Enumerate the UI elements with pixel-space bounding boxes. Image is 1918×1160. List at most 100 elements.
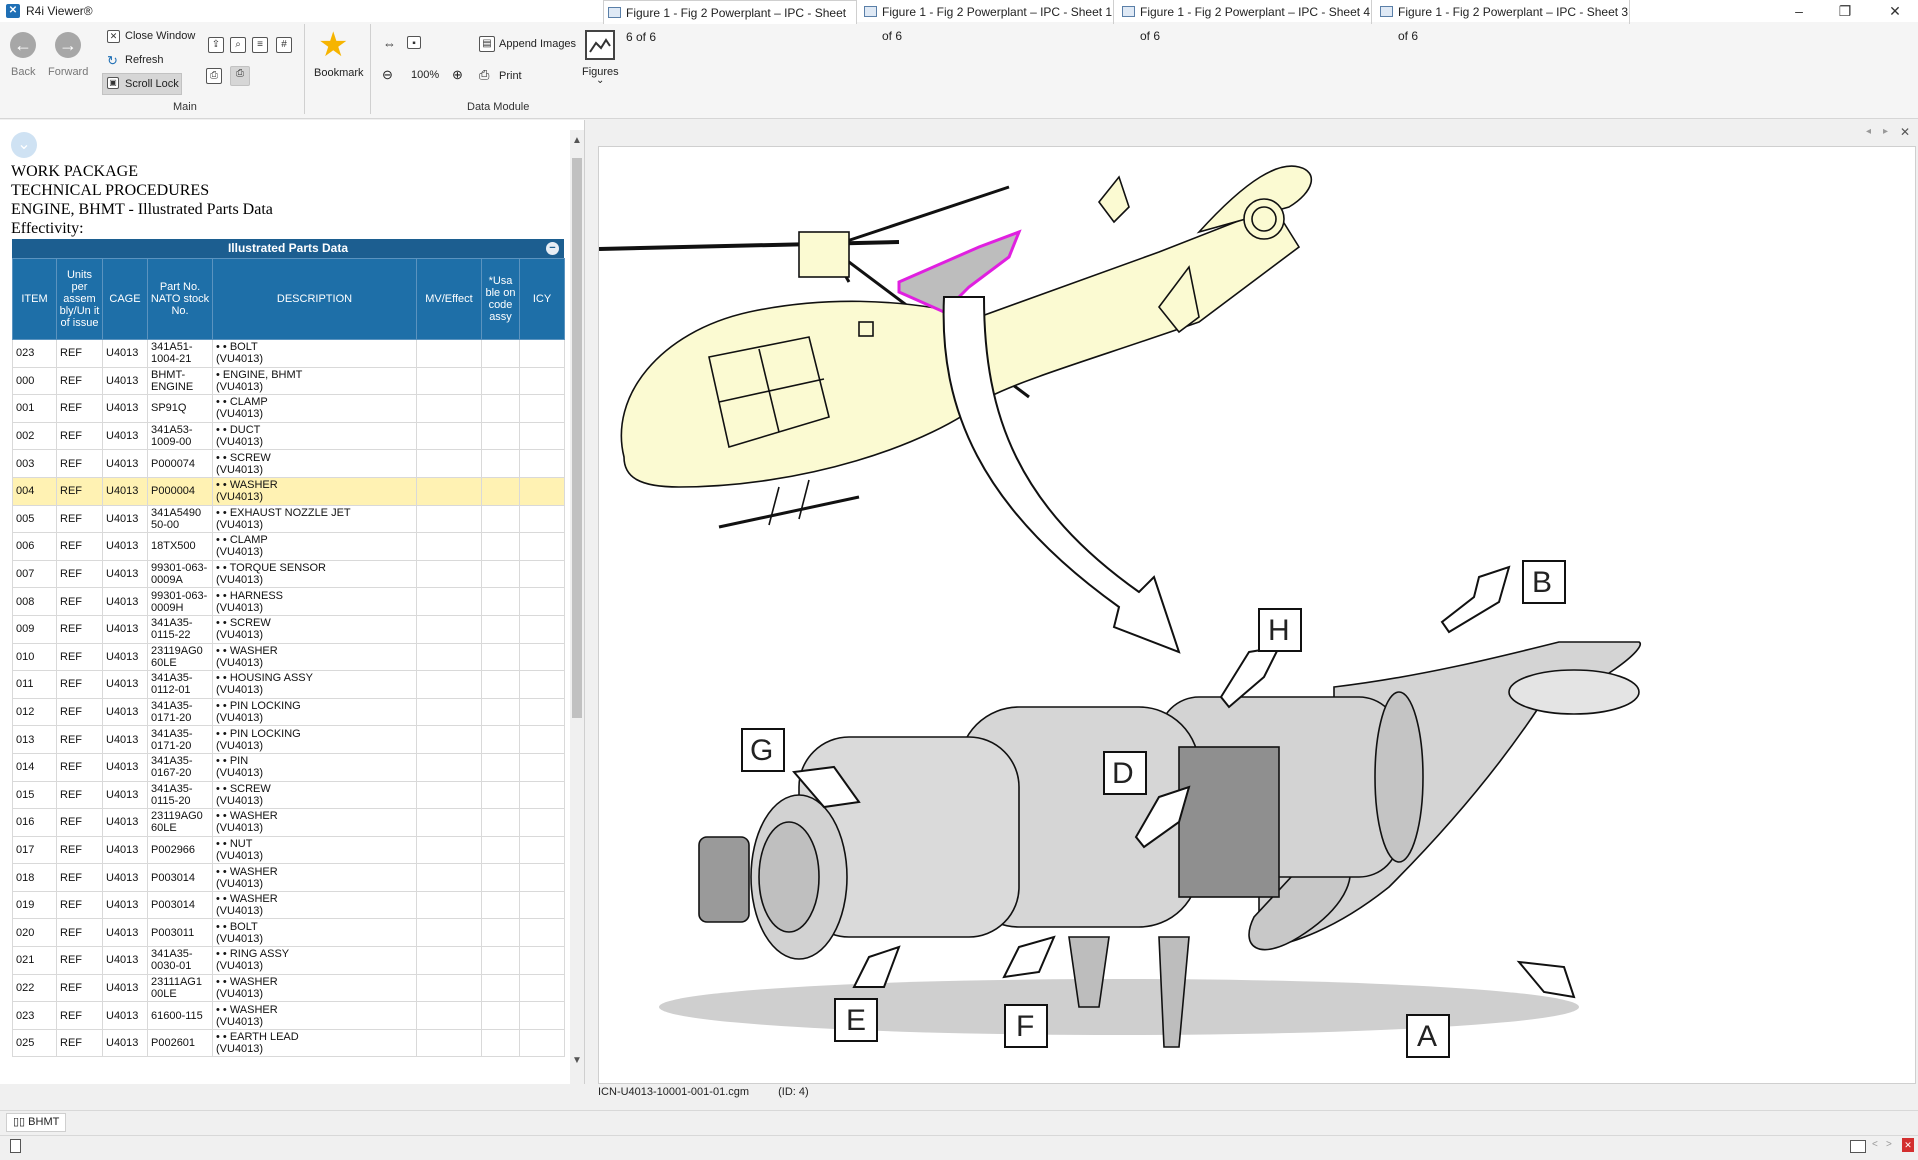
table-row[interactable]: 007 REF U4013 99301-063-0009A • • TORQUE SEN… (12, 559, 565, 589)
table-row[interactable]: 003 REF U4013 P000074 • • SCREW (VU4013) (12, 449, 565, 478)
tab-sheet-6[interactable]: Figure 1 - Fig 2 Powerplant – IPC - Shee… (603, 0, 857, 44)
column-header[interactable]: Part No. NATO stock No. (147, 258, 213, 340)
scroll-down-icon[interactable]: ▼ (572, 1055, 582, 1066)
effectivity-text: (VU4013) (216, 546, 264, 559)
export-icon[interactable]: ⇪ (208, 37, 224, 53)
nav-right-icon[interactable]: > (1886, 1139, 1892, 1150)
close-button[interactable]: ✕ (1872, 0, 1918, 22)
tree-icon[interactable]: ≡ (252, 37, 268, 53)
maximize-button[interactable]: ❐ (1822, 0, 1868, 22)
table-row[interactable]: 002 REF U4013 341A53-1009-00 • • DUCT (VU4013… (12, 421, 565, 451)
table-row[interactable]: 023 REF U4013 61600-115 • • WASHER (VU4013) (12, 1001, 565, 1030)
column-header[interactable]: ITEM (12, 258, 57, 340)
tab-scroll-left-icon[interactable]: ◂ (1866, 126, 1871, 137)
minimize-button[interactable]: – (1776, 0, 1822, 22)
fit-width-icon[interactable]: ⇔ (383, 36, 396, 51)
table-row[interactable]: 001 REF U4013 SP91Q • • CLAMP (VU4013) (12, 394, 565, 423)
table-row[interactable]: 013 REF U4013 341A35-0171-20 • • PIN LOCKING… (12, 725, 565, 754)
table-row[interactable]: 025 REF U4013 P002601 • • EARTH LEAD (VU4013) (12, 1028, 565, 1058)
callout-d-label[interactable]: D (1112, 757, 1134, 791)
back-arrow-icon[interactable]: ← (10, 32, 36, 58)
close-window-button[interactable]: Close Window (125, 30, 195, 42)
scrollbar-thumb[interactable] (572, 158, 582, 718)
tab-sheet-3[interactable]: Figure 1 - Fig 2 Powerplant – IPC - Shee… (1376, 0, 1630, 43)
figure-viewer[interactable]: B H D G E F A (598, 146, 1916, 1084)
column-header[interactable]: *Usa ble on code assy (481, 258, 520, 340)
refresh-button[interactable]: Refresh (125, 54, 164, 66)
table-row[interactable]: 014 REF U4013 341A35-0167-20 • • PIN (VU4013) (12, 752, 565, 782)
figures-icon[interactable] (585, 30, 615, 60)
description-cell: • • WASHER (VU4013) (212, 863, 417, 892)
table-row[interactable]: 021 REF U4013 341A35-0030-01 • • RING ASSY (V… (12, 946, 565, 975)
column-header[interactable]: Units per assem bly/Un it of issue (56, 258, 103, 340)
description-text: • • WASHER (216, 865, 278, 878)
split-view-icon[interactable] (1850, 1140, 1866, 1153)
print-small-icon[interactable]: ⎙ (206, 68, 222, 84)
work-package-heading: WORK PACKAGE (11, 163, 138, 180)
table-row[interactable]: 020 REF U4013 P003011 • • BOLT (VU4013) (12, 918, 565, 948)
fit-page-icon[interactable]: ▪ (407, 36, 421, 49)
print-setup-icon[interactable]: ⎙ (230, 66, 250, 86)
table-row[interactable]: 004 REF U4013 P000004 • • WASHER (VU4013) (12, 476, 565, 506)
scroll-up-icon[interactable]: ▲ (572, 135, 582, 146)
bottom-tab-bhmt[interactable]: ▯▯ BHMT (6, 1113, 67, 1132)
back-button-label[interactable]: Back (11, 66, 35, 78)
close-tab-icon[interactable]: ✕ (1900, 125, 1910, 139)
table-row[interactable]: 009 REF U4013 341A35-0115-22 • • SCREW (VU401… (12, 614, 565, 644)
nav-left-icon[interactable]: < (1872, 1139, 1878, 1150)
column-header[interactable]: DESCRIPTION (212, 258, 417, 340)
table-row[interactable]: 010 REF U4013 23119AG0 60LE • • WASHER (VU401… (12, 642, 565, 672)
forward-arrow-icon[interactable]: → (55, 32, 81, 58)
print-icon[interactable]: ⎙ (479, 67, 489, 83)
table-row[interactable]: 006 REF U4013 18TX500 • • CLAMP (VU4013) (12, 532, 565, 561)
column-header[interactable]: ICY (519, 258, 565, 340)
zoom-level[interactable]: 100% (411, 69, 439, 81)
callout-e-label[interactable]: E (846, 1004, 866, 1038)
table-row[interactable]: 016 REF U4013 23119AG0 60LE • • WASHER (VU401… (12, 808, 565, 837)
refresh-icon[interactable]: ↻ (107, 53, 118, 69)
column-header[interactable]: MV/Effect (416, 258, 482, 340)
table-row[interactable]: 022 REF U4013 23111AG1 00LE • • WASHER (VU401… (12, 973, 565, 1003)
table-row[interactable]: 011 REF U4013 341A35-0112-01 • • HOUSING ASS… (12, 670, 565, 699)
table-row[interactable]: 023 REF U4013 341A51-1004-21 • • BOLT (VU4013… (12, 339, 565, 368)
table-row[interactable]: 019 REF U4013 P003014 • • WASHER (VU4013) (12, 890, 565, 920)
tab-scroll-right-icon[interactable]: ▸ (1883, 126, 1888, 137)
status-close-icon[interactable]: ✕ (1902, 1138, 1914, 1152)
numbering-icon[interactable]: # (276, 37, 292, 53)
bookmark-star-icon[interactable]: ★ (318, 28, 348, 62)
column-header[interactable]: CAGE (102, 258, 148, 340)
effectivity-text: (VU4013) (216, 629, 264, 642)
append-images-button[interactable]: Append Images (499, 38, 576, 50)
figures-dropdown-chevron-icon[interactable]: ⌄ (596, 75, 604, 86)
table-row[interactable]: 008 REF U4013 99301-063-0009H • • HARNESS (VU… (12, 587, 565, 616)
tab-sheet-1[interactable]: Figure 1 - Fig 2 Powerplant – IPC - Shee… (860, 0, 1114, 43)
callout-b-label[interactable]: B (1532, 566, 1552, 600)
collapse-table-icon[interactable]: − (546, 242, 559, 255)
tab-sheet-4[interactable]: Figure 1 - Fig 2 Powerplant – IPC - Shee… (1118, 0, 1372, 43)
table-row[interactable]: 012 REF U4013 341A35-0171-20 • • PIN LOCKING… (12, 697, 565, 727)
callout-h-label[interactable]: H (1268, 614, 1290, 648)
cage-cell: U4013 (102, 1028, 148, 1058)
document-icon[interactable] (10, 1139, 21, 1153)
usable-on-cell (481, 614, 520, 644)
table-row[interactable]: 015 REF U4013 341A35-0115-20 • • SCREW (VU401… (12, 780, 565, 810)
zoom-in-icon[interactable]: ⊕ (452, 67, 463, 83)
icy-cell (519, 670, 565, 699)
cage-cell: U4013 (102, 449, 148, 478)
forward-button-label[interactable]: Forward (48, 66, 88, 78)
zoom-out-icon[interactable]: ⊖ (382, 67, 393, 83)
bookmark-button[interactable]: Bookmark (314, 67, 364, 79)
callout-a-label[interactable]: A (1417, 1020, 1437, 1054)
cage-cell: U4013 (102, 366, 148, 396)
append-images-icon[interactable]: ▤ (479, 36, 495, 52)
table-row[interactable]: 000 REF U4013 BHMT-ENGINE • ENGINE, BHMT (VU4… (12, 366, 565, 396)
find-icon[interactable]: ⌕ (230, 37, 246, 53)
table-row[interactable]: 017 REF U4013 P002966 • • NUT (VU4013) (12, 835, 565, 865)
callout-f-label[interactable]: F (1016, 1010, 1034, 1044)
print-button[interactable]: Print (499, 70, 522, 82)
table-row[interactable]: 005 REF U4013 341A5490 50-00 • • EXHAUST NOZ… (12, 504, 565, 534)
callout-g-label[interactable]: G (750, 734, 773, 768)
close-window-icon[interactable]: ✕ (107, 30, 120, 43)
table-row[interactable]: 018 REF U4013 P003014 • • WASHER (VU4013) (12, 863, 565, 892)
collapse-chevron-icon[interactable]: ⌄ (11, 132, 37, 158)
